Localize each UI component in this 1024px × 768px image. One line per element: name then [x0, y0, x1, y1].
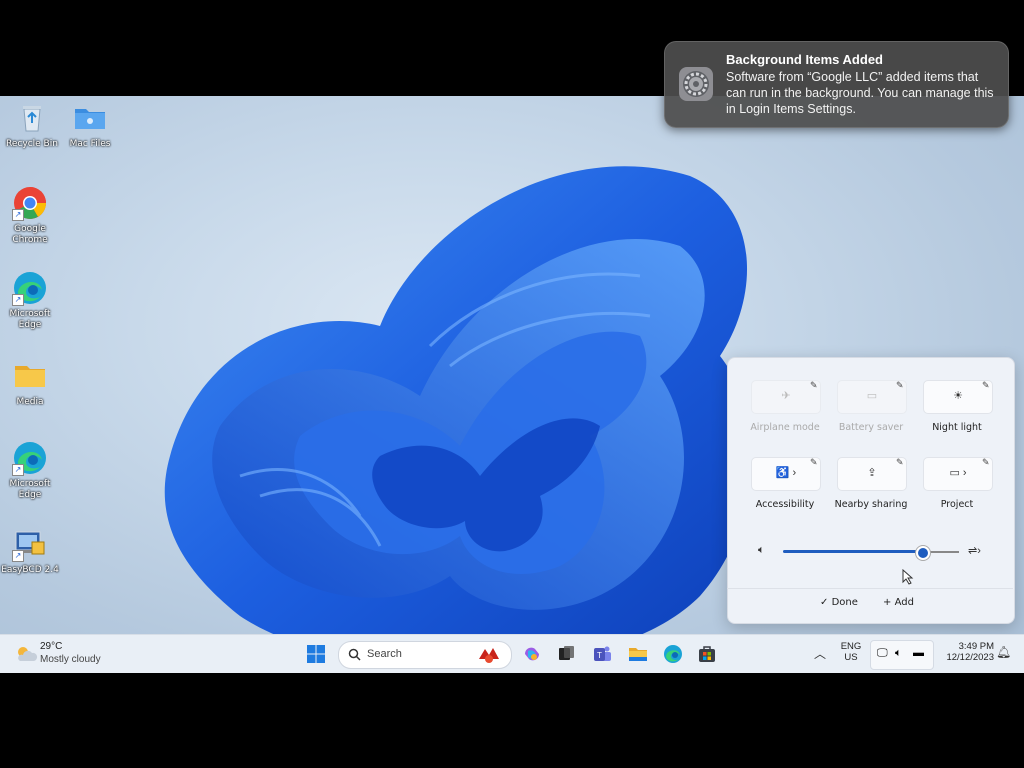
speaker-icon[interactable]: 🔈︎: [758, 544, 765, 557]
svg-text:T: T: [597, 651, 602, 660]
desktop-icon-label: Google Chrome: [12, 224, 48, 245]
volume-icon: 🔈︎: [895, 647, 902, 659]
search-icon: [348, 648, 361, 661]
task-view-icon[interactable]: [556, 644, 576, 664]
audio-output-icon[interactable]: ⇌›: [968, 544, 981, 557]
recycle-bin-icon: [14, 100, 50, 136]
desktop-icon-label: Recycle Bin: [6, 139, 58, 149]
desktop-icon-label: Microsoft Edge: [9, 309, 51, 330]
notification-bell-icon[interactable]: 🔔︎: [996, 645, 1011, 659]
store-icon[interactable]: [697, 644, 717, 664]
desktop-icon-recycle-bin[interactable]: Recycle Bin: [0, 100, 64, 150]
desktop-icon-microsoft-edge[interactable]: ↗ Microsoft Edge: [0, 270, 62, 331]
edge-icon: ↗: [12, 440, 48, 476]
desktop-icon-google-chrome[interactable]: ↗ Google Chrome: [0, 185, 62, 246]
search-placeholder: Search: [367, 648, 402, 660]
edge-icon: ↗: [12, 270, 48, 306]
accessibility-icon: ♿ ›: [775, 467, 797, 479]
volume-slider-thumb[interactable]: [916, 546, 930, 560]
network-icon: 🖵︎: [877, 647, 888, 659]
chrome-icon: ↗: [12, 185, 48, 221]
cloudy-weather-icon: [18, 647, 38, 661]
file-explorer-icon[interactable]: [628, 644, 648, 664]
language-line2: US: [844, 652, 858, 663]
tile-label: Project: [940, 499, 974, 510]
desktop-icon-easybcd[interactable]: ↗ EasyBCD 2.4: [0, 526, 62, 576]
shortcut-arrow-icon: ↗: [12, 209, 24, 221]
mouse-cursor-icon: [902, 569, 914, 585]
gear-icon: [678, 66, 714, 102]
easybcd-icon: ↗: [12, 526, 48, 562]
show-hidden-icons-chevron-icon[interactable]: ︿: [814, 645, 826, 662]
folder-icon: [12, 358, 48, 394]
language-indicator[interactable]: ENG US: [838, 641, 864, 663]
unpin-icon[interactable]: ✎: [896, 380, 906, 390]
unpin-icon[interactable]: ✎: [982, 457, 992, 467]
notification-body: Software from “Google LLC” added items t…: [726, 70, 994, 116]
desktop-icon-label: Media: [16, 397, 44, 407]
share-icon: ⇪: [867, 467, 877, 479]
tile-label: Nearby sharing: [834, 499, 908, 510]
desktop-icon-media[interactable]: Media: [0, 358, 62, 408]
weather-temperature: 29°C: [40, 641, 63, 652]
done-button[interactable]: ✓ Done: [820, 597, 858, 608]
desktop-icon-label: Mac Files: [69, 139, 111, 149]
battery-tray-icon: ▬: [913, 647, 924, 659]
desktop-icon-label: EasyBCD 2.4: [1, 565, 59, 575]
folder-icon: [72, 100, 108, 136]
airplane-icon: ✈: [781, 390, 791, 402]
teams-icon[interactable]: T: [592, 644, 612, 664]
unpin-icon[interactable]: ✎: [982, 380, 992, 390]
add-label: Add: [894, 597, 914, 608]
quick-settings-divider: [727, 588, 1013, 589]
background-items-notification[interactable]: Background Items Added Software from “Go…: [664, 41, 1009, 128]
copilot-icon[interactable]: [522, 644, 542, 664]
desktop-icon-microsoft-edge-2[interactable]: ↗ Microsoft Edge: [0, 440, 62, 501]
weather-widget[interactable]: 29°C Mostly cloudy: [10, 635, 120, 673]
shortcut-arrow-icon: ↗: [12, 550, 24, 562]
system-tray-group[interactable]: 🖵︎ 🔈︎ ▬: [870, 640, 934, 670]
shortcut-arrow-icon: ↗: [12, 294, 24, 306]
battery-icon: ▭: [866, 390, 878, 402]
taskbar-search[interactable]: Search: [338, 641, 512, 669]
plus-icon: +: [883, 597, 895, 608]
tile-label: Night light: [932, 422, 982, 433]
tile-label: Battery saver: [838, 422, 904, 433]
volume-slider-fill: [783, 550, 922, 553]
notification-title: Background Items Added: [726, 52, 883, 67]
unpin-icon[interactable]: ✎: [896, 457, 906, 467]
clock[interactable]: 3:49 PM 12/12/2023: [936, 641, 994, 663]
checkmark-icon: ✓: [820, 597, 832, 608]
edge-taskbar-icon[interactable]: [663, 644, 683, 664]
start-windows-icon[interactable]: [306, 644, 326, 664]
unpin-icon[interactable]: ✎: [810, 380, 820, 390]
desktop-icon-label: Microsoft Edge: [9, 479, 51, 500]
tile-label: Airplane mode: [750, 422, 820, 433]
language-line1: ENG: [840, 641, 862, 652]
done-label: Done: [831, 597, 858, 608]
shortcut-arrow-icon: ↗: [12, 464, 24, 476]
unpin-icon[interactable]: ✎: [810, 457, 820, 467]
tile-label: Accessibility: [755, 499, 815, 510]
desktop-icon-mac-files[interactable]: Mac Files: [58, 100, 122, 150]
taskbar: 29°C Mostly cloudy Search T ︿ ENG US 🖵︎ …: [0, 634, 1024, 673]
add-button[interactable]: + Add: [883, 597, 914, 608]
clock-time: 3:49 PM: [958, 641, 994, 652]
night-light-icon: ☀: [953, 390, 963, 402]
weather-description: Mostly cloudy: [40, 654, 101, 665]
project-icon: ▭ ›: [949, 467, 967, 479]
clock-date: 12/12/2023: [946, 652, 994, 663]
search-highlight-icon: [479, 648, 499, 663]
